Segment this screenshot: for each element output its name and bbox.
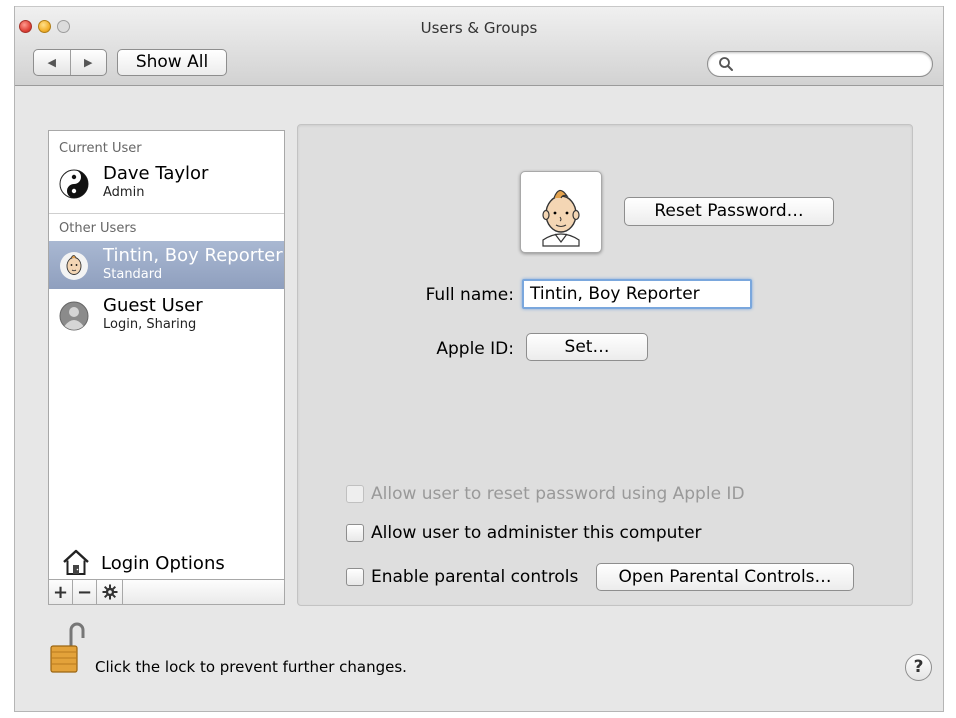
- checkbox-box[interactable]: [346, 485, 364, 503]
- users-groups-window: Users & Groups ◀ ▶ Show All Current User…: [14, 6, 944, 712]
- user-name: Guest User: [103, 295, 203, 316]
- back-forward-control: ◀ ▶: [33, 49, 107, 76]
- apple-id-label: Apple ID:: [436, 339, 514, 359]
- current-user-header: Current User: [59, 141, 142, 156]
- full-name-label: Full name:: [425, 285, 514, 305]
- checkbox-label: Enable parental controls: [371, 567, 579, 587]
- search-icon: [719, 57, 733, 71]
- checkbox-label: Allow user to reset password using Apple…: [371, 484, 745, 504]
- user-name: Dave Taylor: [103, 163, 209, 184]
- user-role: Standard: [103, 267, 163, 282]
- reset-password-button[interactable]: Reset Password…: [624, 197, 834, 226]
- remove-user-button[interactable]: −: [73, 580, 97, 604]
- title-bar: Users & Groups ◀ ▶ Show All: [15, 6, 943, 86]
- lock-status-text: Click the lock to prevent further change…: [95, 658, 407, 676]
- gear-icon: [102, 584, 117, 600]
- full-name-field[interactable]: Tintin, Boy Reporter: [522, 279, 752, 309]
- yin-yang-avatar-icon: [59, 169, 89, 199]
- user-picture-well[interactable]: [520, 171, 602, 253]
- checkbox-box[interactable]: [346, 568, 364, 586]
- parental-controls-checkbox[interactable]: Enable parental controls: [346, 566, 578, 588]
- tintin-portrait-icon: [542, 189, 580, 247]
- search-input[interactable]: [707, 51, 933, 77]
- login-options-label: Login Options: [101, 553, 225, 574]
- user-role: Admin: [103, 185, 145, 200]
- login-options-item[interactable]: Login Options: [59, 545, 279, 579]
- section-divider: [49, 213, 284, 214]
- user-name: Tintin, Boy Reporter: [103, 245, 283, 266]
- action-menu-button[interactable]: [97, 580, 123, 604]
- add-user-button[interactable]: +: [49, 580, 73, 604]
- user-row-guest[interactable]: Guest User Login, Sharing: [49, 291, 284, 339]
- user-row-tintin[interactable]: Tintin, Boy Reporter Standard: [49, 241, 284, 289]
- open-parental-controls-button[interactable]: Open Parental Controls…: [596, 563, 854, 591]
- forward-arrow-icon[interactable]: ▶: [69, 50, 107, 75]
- guest-avatar-icon: [59, 301, 89, 331]
- administer-computer-checkbox[interactable]: Allow user to administer this computer: [346, 522, 702, 544]
- window-title: Users & Groups: [420, 19, 538, 37]
- unlocked-lock-icon[interactable]: [49, 620, 85, 674]
- other-users-header: Other Users: [59, 221, 137, 236]
- show-all-button[interactable]: Show All: [117, 49, 227, 76]
- checkbox-label: Allow user to administer this computer: [371, 523, 702, 543]
- user-role: Login, Sharing: [103, 317, 197, 332]
- users-sidebar: Current User Dave Taylor Admin Other Use…: [48, 130, 285, 605]
- help-button[interactable]: ?: [905, 654, 932, 681]
- set-apple-id-button[interactable]: Set…: [526, 333, 648, 361]
- tintin-avatar-icon: [60, 252, 88, 280]
- sidebar-toolbar: + −: [49, 579, 284, 604]
- user-row-dave-taylor[interactable]: Dave Taylor Admin: [49, 159, 284, 207]
- back-arrow-icon[interactable]: ◀: [34, 50, 70, 75]
- user-detail-panel: Reset Password… Full name: Tintin, Boy R…: [297, 124, 913, 606]
- reset-with-apple-id-checkbox[interactable]: Allow user to reset password using Apple…: [346, 483, 745, 505]
- house-icon: [63, 549, 89, 575]
- checkbox-box[interactable]: [346, 524, 364, 542]
